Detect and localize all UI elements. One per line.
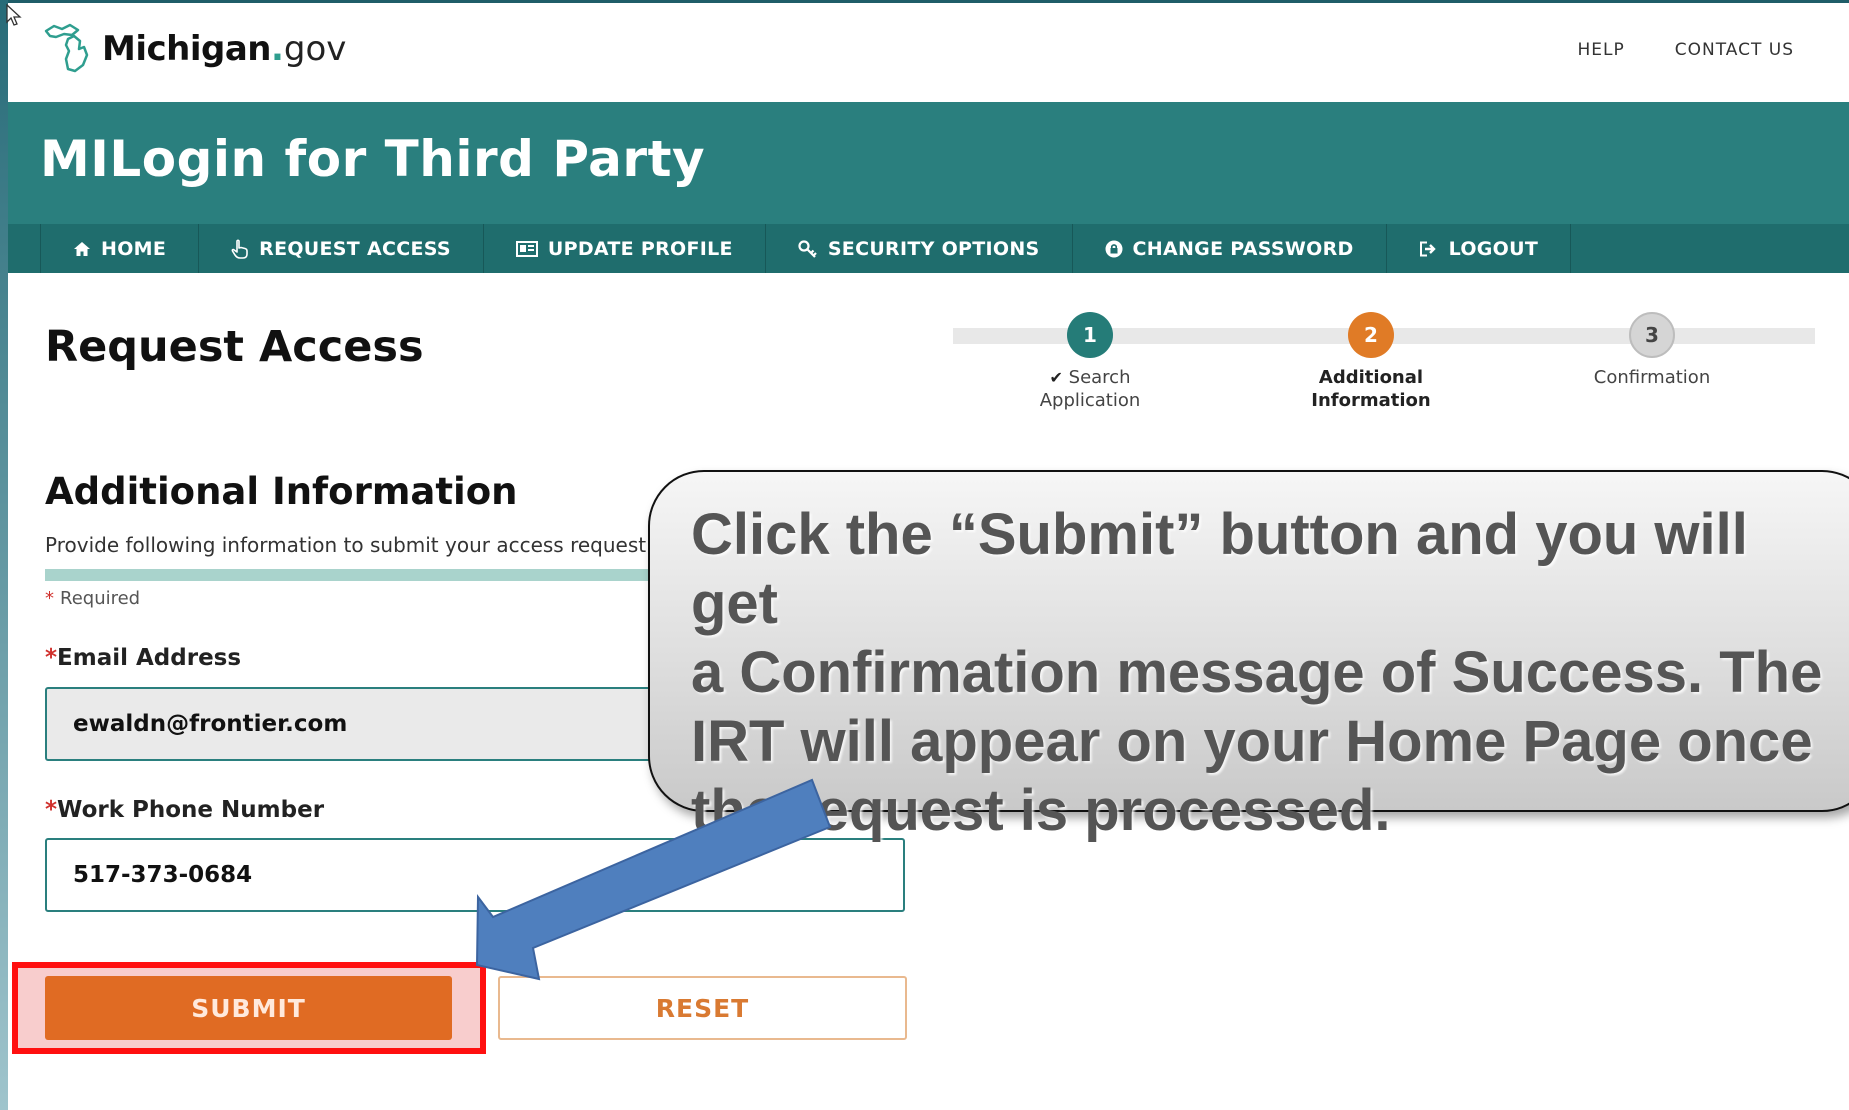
pointer-arrow-icon [475, 778, 832, 981]
